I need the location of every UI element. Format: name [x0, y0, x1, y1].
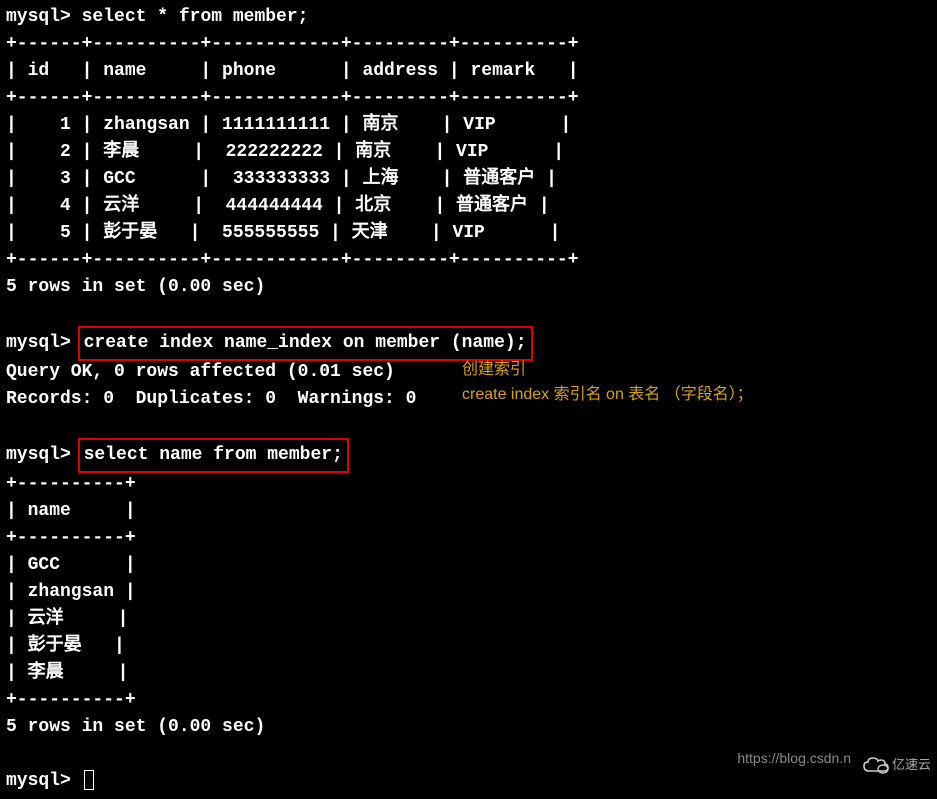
watermark-logo: 亿速云: [862, 755, 931, 775]
table1-border-bot: +------+----------+------------+--------…: [6, 247, 931, 274]
table2-row: | 李晨 |: [6, 660, 931, 687]
table2-row: | GCC |: [6, 552, 931, 579]
mysql-prompt: mysql>: [6, 445, 71, 465]
query-line-3: mysql> select name from member;: [6, 440, 931, 471]
sql-query-2: create index name_index on member (name)…: [84, 333, 527, 353]
table2-row: | 云洋 |: [6, 606, 931, 633]
prompt-line-final[interactable]: mysql>: [6, 768, 931, 795]
annotation-text-1: 创建索引: [462, 358, 526, 382]
result-line-3: 5 rows in set (0.00 sec): [6, 714, 931, 741]
table2-header: | name |: [6, 498, 931, 525]
table2-row: | zhangsan |: [6, 579, 931, 606]
watermark-brand-text: 亿速云: [892, 755, 931, 775]
watermark-url: https://blog.csdn.n: [737, 748, 851, 769]
sql-query-1: select * from member;: [82, 7, 309, 27]
table1-row: | 5 | 彭于晏 | 555555555 | 天津 | VIP |: [6, 220, 931, 247]
table2-border-top: +----------+: [6, 471, 931, 498]
annotation-text-2: create index 索引名 on 表名 （字段名）；: [462, 383, 753, 407]
mysql-prompt: mysql>: [6, 333, 71, 353]
table2-row: | 彭于晏 |: [6, 633, 931, 660]
table1-row: | 2 | 李晨 | 222222222 | 南京 | VIP |: [6, 139, 931, 166]
table1-header: | id | name | phone | address | remark |: [6, 58, 931, 85]
cursor-icon: [84, 770, 94, 790]
mysql-prompt: mysql>: [6, 7, 71, 27]
table1-border-top: +------+----------+------------+--------…: [6, 31, 931, 58]
table1-row: | 3 | GCC | 333333333 | 上海 | 普通客户 |: [6, 166, 931, 193]
table1-row: | 1 | zhangsan | 1111111111 | 南京 | VIP |: [6, 112, 931, 139]
sql-query-3: select name from member;: [84, 445, 343, 465]
blank-line: [6, 301, 931, 328]
table2-border-bot: +----------+: [6, 687, 931, 714]
highlighted-query-3: select name from member;: [78, 438, 349, 473]
result-line-1: 5 rows in set (0.00 sec): [6, 274, 931, 301]
query-line-1: mysql> select * from member;: [6, 4, 931, 31]
query-line-2: mysql> create index name_index on member…: [6, 328, 931, 359]
cloud-icon: [862, 755, 890, 775]
table1-border-mid: +------+----------+------------+--------…: [6, 85, 931, 112]
table1-row: | 4 | 云洋 | 444444444 | 北京 | 普通客户 |: [6, 193, 931, 220]
blank-line: [6, 413, 931, 440]
highlighted-query-2: create index name_index on member (name)…: [78, 326, 533, 361]
table2-border-mid: +----------+: [6, 525, 931, 552]
mysql-prompt: mysql>: [6, 771, 71, 791]
